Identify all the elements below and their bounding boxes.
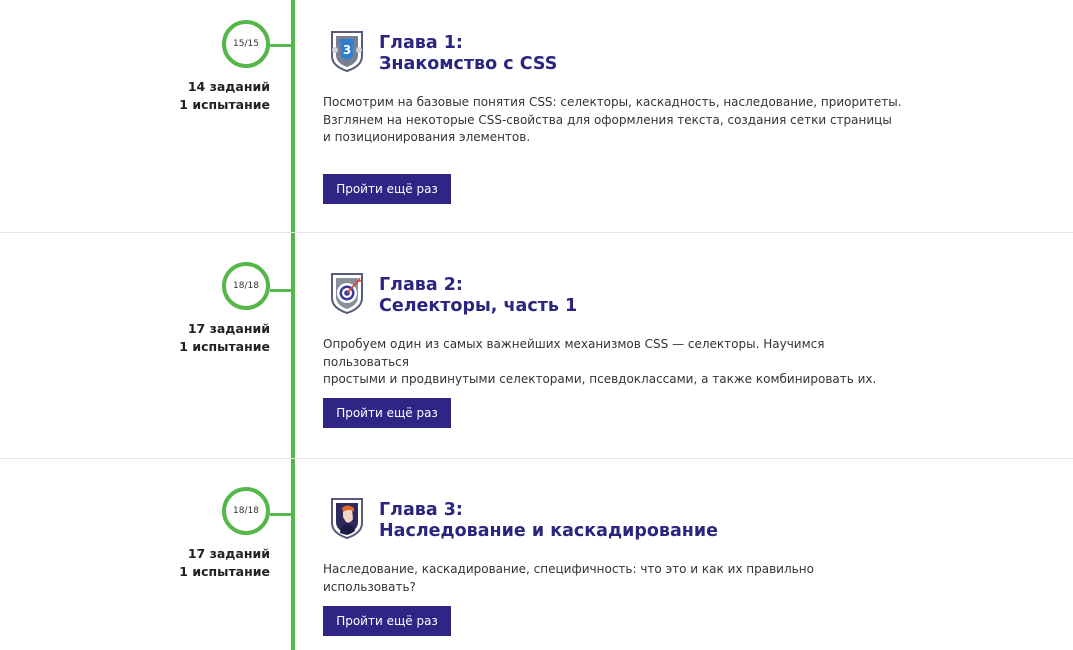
separator — [0, 232, 1073, 233]
target-shield-icon — [329, 272, 365, 315]
separator — [0, 458, 1073, 459]
trials-count: 1 испытание — [179, 339, 270, 354]
trials-count: 1 испытание — [179, 564, 270, 579]
chapter-stats: 17 заданий 1 испытание — [179, 545, 270, 581]
progress-circle: 18/18 — [222, 487, 270, 535]
chapter-title: Глава 2: Селекторы, часть 1 — [379, 275, 578, 316]
portrait-shield-icon — [329, 497, 365, 540]
retry-button[interactable]: Пройти ещё раз — [323, 398, 451, 428]
chapter-title: Глава 3: Наследование и каскадирование — [379, 500, 719, 541]
progress-circle: 18/18 — [222, 262, 270, 310]
tasks-count: 17 заданий — [187, 321, 270, 336]
timeline-connector — [270, 513, 292, 516]
chapter-stats: 17 заданий 1 испытание — [179, 320, 270, 356]
retry-button[interactable]: Пройти ещё раз — [323, 606, 451, 636]
tasks-count: 17 заданий — [187, 546, 270, 561]
chapter-3: 18/18 17 заданий 1 испытание Глава 3: На… — [0, 0, 1073, 636]
chapter-description: Опробуем один из самых важнейших механиз… — [323, 337, 877, 386]
chapter-description: Наследование, каскадирование, специфично… — [323, 562, 814, 594]
timeline-connector — [270, 289, 292, 292]
